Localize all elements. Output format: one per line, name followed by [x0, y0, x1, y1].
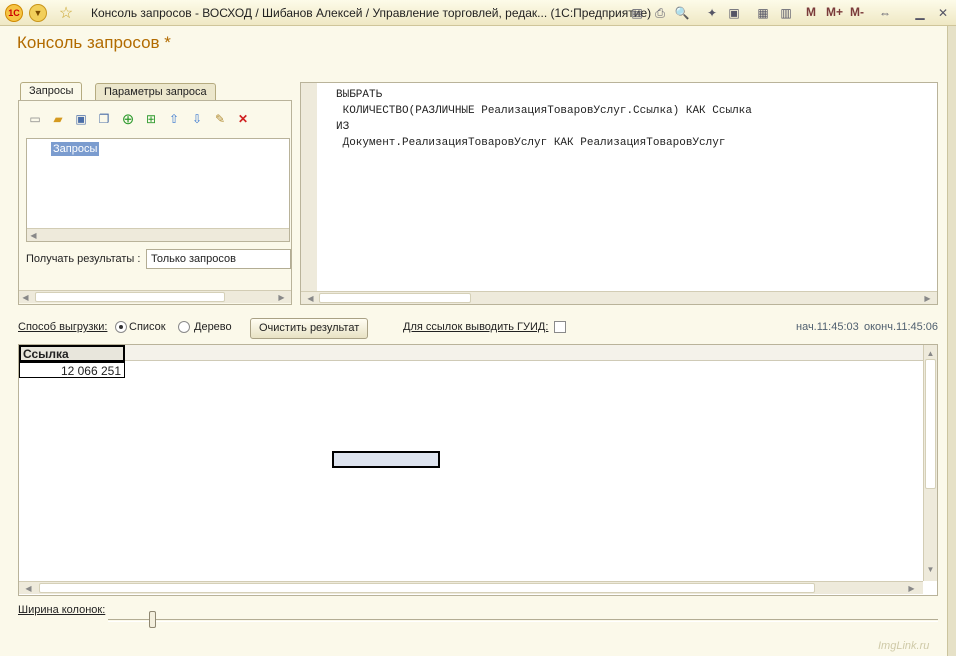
scroll-left-icon[interactable]: ◀ — [304, 292, 317, 304]
start-time: нач.11:45:03 — [796, 321, 859, 333]
scroll-left-icon[interactable]: ◀ — [19, 291, 32, 303]
minimize-icon[interactable]: ▁ — [911, 4, 929, 22]
tree-hscroll[interactable]: ◀ — [27, 228, 289, 241]
scroll-right-icon[interactable]: ▶ — [905, 582, 918, 594]
slider-handle[interactable] — [149, 611, 156, 628]
form-title: Консоль запросов * — [17, 33, 171, 52]
export-method-label: Способ выгрузки: — [18, 321, 108, 333]
memory-minus-button[interactable]: M- — [850, 5, 864, 19]
memory-m-button[interactable]: M — [806, 5, 816, 19]
main-menu-icon[interactable]: ▼ — [29, 4, 47, 22]
queries-tree[interactable]: Запросы ◀ — [26, 138, 290, 242]
export-options-row: Способ выгрузки: Список Дерево Очистить … — [18, 318, 940, 340]
title-bar: 1С ▼ ☆ Консоль запросов - ВОСХОД / Шибан… — [0, 0, 956, 26]
preview-icon[interactable]: 🔍 — [673, 4, 691, 22]
query-text[interactable]: ВЫБРАТЬ КОЛИЧЕСТВО(РАЗЛИЧНЫЕ РеализацияТ… — [336, 87, 752, 151]
watermark: ImgLink.ru — [878, 640, 930, 652]
guid-checkbox[interactable] — [554, 321, 566, 333]
scroll-left-icon[interactable]: ◀ — [22, 582, 35, 594]
memory-plus-button[interactable]: M+ — [826, 5, 843, 19]
save-icon[interactable]: ▣ — [72, 110, 90, 128]
editor-hscroll[interactable]: ◀ ▶ — [301, 291, 937, 304]
results-table[interactable]: Ссылка 12 066 251 ▲ ▼ ◀ ▶ — [18, 344, 938, 596]
copy-icon[interactable]: ❐ — [95, 110, 113, 128]
history-icon[interactable]: ▣ — [725, 4, 743, 22]
add-icon[interactable]: ⊕ — [119, 110, 137, 128]
move-up-icon[interactable]: ⇧ — [165, 110, 183, 128]
query-editor[interactable]: ВЫБРАТЬ КОЛИЧЕСТВО(РАЗЛИЧНЫЕ РеализацияТ… — [300, 82, 938, 305]
open-folder-icon[interactable]: ▰ — [49, 110, 67, 128]
column-width-slider[interactable] — [108, 619, 938, 622]
move-down-icon[interactable]: ⇩ — [188, 110, 206, 128]
scroll-left-icon[interactable]: ◀ — [27, 229, 40, 241]
editor-gutter — [301, 83, 317, 291]
radio-list-label[interactable]: Список — [129, 321, 166, 333]
get-results-field[interactable]: Только запросов — [146, 249, 291, 269]
add-favorite-icon[interactable]: ✦ — [703, 4, 721, 22]
new-icon[interactable]: ▭ — [26, 110, 44, 128]
results-vscroll[interactable]: ▲ ▼ — [923, 345, 937, 581]
resize-icon[interactable]: ⇔ — [876, 4, 894, 22]
column-header-ssylka[interactable]: Ссылка — [19, 345, 125, 362]
scroll-thumb[interactable] — [35, 292, 225, 302]
header-strip — [125, 345, 925, 361]
end-time: оконч.11:45:06 — [864, 321, 939, 333]
delete-icon[interactable]: ✕ — [234, 110, 252, 128]
results-hscroll[interactable]: ◀ ▶ — [19, 581, 923, 594]
guid-label: Для ссылок выводить ГУИД: — [403, 321, 549, 333]
tab-queries[interactable]: Запросы — [20, 82, 83, 102]
scroll-up-icon[interactable]: ▲ — [924, 347, 937, 359]
scroll-down-icon[interactable]: ▼ — [924, 563, 937, 575]
calculator-icon[interactable]: ▦ — [754, 4, 772, 22]
print-icon[interactable]: ⎙ — [651, 4, 669, 22]
column-width-label: Ширина колонок: — [18, 604, 106, 616]
scroll-thumb[interactable] — [319, 293, 471, 303]
radio-tree-label[interactable]: Дерево — [194, 321, 232, 333]
save-icon[interactable]: ▤ — [628, 4, 646, 22]
scroll-thumb[interactable] — [39, 583, 815, 593]
add-child-icon[interactable]: ⊞ — [142, 110, 160, 128]
scroll-right-icon[interactable]: ▶ — [921, 292, 934, 304]
favorite-star-icon[interactable]: ☆ — [57, 4, 75, 22]
calendar-icon[interactable]: ▥ — [777, 4, 795, 22]
app-logo-icon[interactable]: 1С — [5, 4, 23, 22]
left-panel-hscroll[interactable]: ◀ ▶ — [19, 290, 291, 303]
window-border — [947, 26, 956, 656]
edit-icon[interactable]: ✎ — [211, 110, 229, 128]
scroll-right-icon[interactable]: ▶ — [275, 291, 288, 303]
table-cell[interactable]: 12 066 251 — [19, 362, 125, 378]
radio-list[interactable] — [115, 321, 127, 333]
get-results-label: Получать результаты : — [26, 253, 141, 265]
tree-item-queries[interactable]: Запросы — [51, 142, 100, 156]
floating-edit-box[interactable] — [332, 451, 440, 468]
window-title: Консоль запросов - ВОСХОД / Шибанов Алек… — [91, 6, 652, 20]
scroll-thumb[interactable] — [925, 359, 936, 489]
clear-result-button[interactable]: Очистить результат — [250, 318, 369, 339]
radio-tree[interactable] — [178, 321, 190, 333]
close-icon[interactable]: ✕ — [934, 4, 952, 22]
